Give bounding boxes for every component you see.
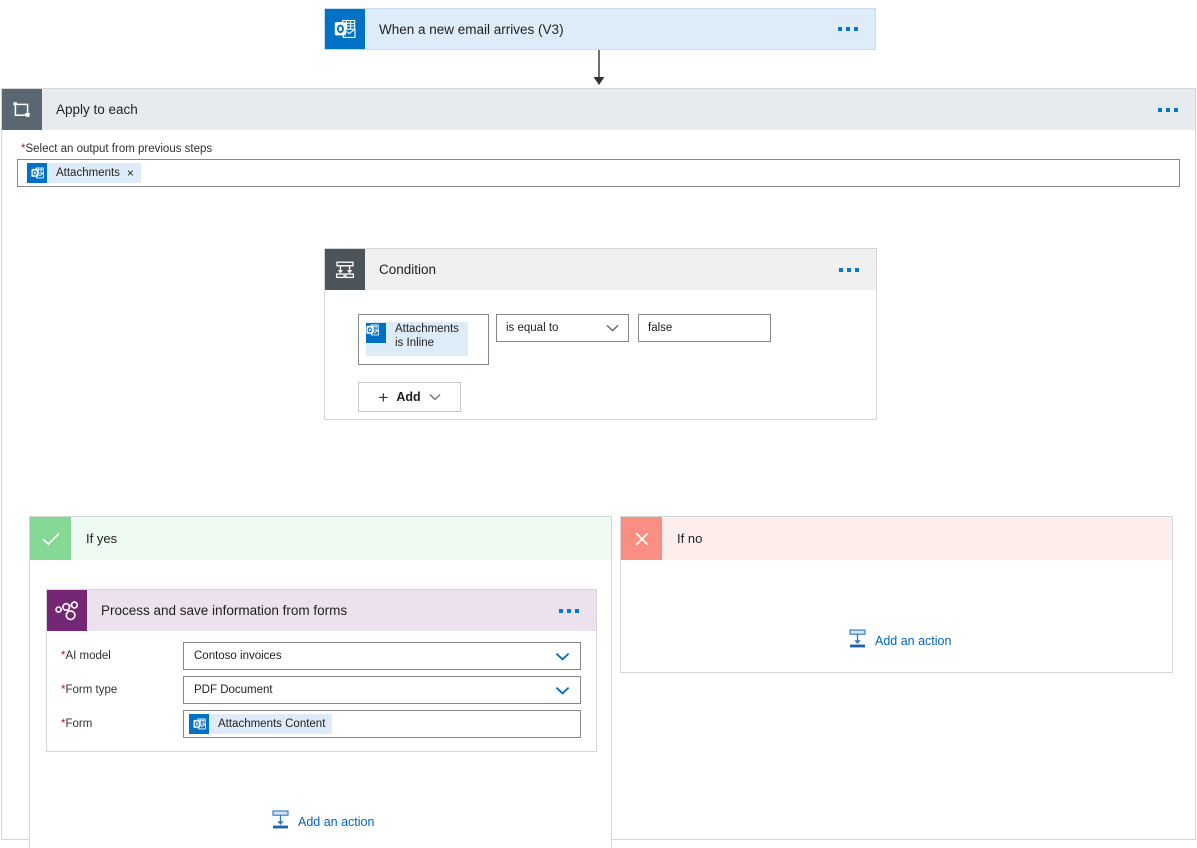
form-label: *Form xyxy=(61,718,183,730)
condition-more-menu[interactable] xyxy=(839,268,876,272)
chevron-down-icon xyxy=(429,393,441,401)
form-label-text: Form xyxy=(65,718,92,730)
outlook-icon xyxy=(27,163,47,183)
condition-operator-select[interactable]: is equal to xyxy=(496,314,629,342)
trigger-card[interactable]: When a new email arrives (V3) xyxy=(324,8,876,50)
apply-to-each-scope: Apply to each *Select an output from pre… xyxy=(1,88,1196,840)
close-icon[interactable]: × xyxy=(127,167,141,179)
token-label: Attachments Content xyxy=(209,718,332,730)
add-button-label: Add xyxy=(396,390,420,404)
condition-row: Attachments is Inline is equal to xyxy=(358,314,876,365)
connector-arrow xyxy=(592,50,606,86)
ai-builder-icon xyxy=(47,590,87,631)
add-condition-button[interactable]: + Add xyxy=(358,382,461,412)
condition-value-input[interactable]: false xyxy=(638,314,771,342)
form-type-label-text: Form type xyxy=(65,684,117,696)
operator-value: is equal to xyxy=(506,322,558,334)
insert-step-icon xyxy=(272,810,289,834)
apply-to-each-header[interactable]: Apply to each xyxy=(2,89,1195,130)
condition-card: Condition xyxy=(324,248,877,420)
plus-icon: + xyxy=(378,389,388,406)
form-type-label: *Form type xyxy=(61,684,183,696)
ai-action-more-menu[interactable] xyxy=(559,609,596,613)
outlook-icon xyxy=(189,714,209,734)
form-input[interactable]: Attachments Content xyxy=(183,710,581,738)
condition-body: Attachments is Inline is equal to xyxy=(325,290,876,412)
attachments-is-inline-token[interactable]: Attachments is Inline xyxy=(366,322,468,356)
condition-title: Condition xyxy=(365,262,436,277)
condition-value-text: false xyxy=(648,322,672,334)
condition-header[interactable]: Condition xyxy=(325,249,876,290)
condition-left-operand[interactable]: Attachments is Inline xyxy=(358,314,489,365)
token-line-2: is Inline xyxy=(395,337,434,349)
scope-field-label: *Select an output from previous steps xyxy=(2,130,1195,155)
trigger-more-menu[interactable] xyxy=(838,27,875,31)
ai-action-header[interactable]: Process and save information from forms xyxy=(47,590,596,631)
outlook-icon xyxy=(325,9,365,49)
ai-builder-action-card: Process and save information from forms … xyxy=(46,589,597,752)
branch-if-yes-header: If yes xyxy=(30,517,611,560)
chevron-down-icon xyxy=(555,652,570,661)
checkmark-icon xyxy=(30,517,71,560)
ai-model-label: *AI model xyxy=(61,650,183,662)
scope-output-input[interactable]: Attachments × xyxy=(17,159,1180,187)
ai-model-label-text: AI model xyxy=(65,650,110,662)
ai-field-row: *Form xyxy=(47,707,596,741)
condition-branch-icon xyxy=(325,249,365,290)
form-type-value: PDF Document xyxy=(194,684,273,696)
ai-model-select[interactable]: Contoso invoices xyxy=(183,642,581,670)
insert-step-icon xyxy=(849,629,866,653)
branch-if-yes: If yes xyxy=(29,516,612,848)
token-label: Attachments xyxy=(47,167,127,179)
trigger-header: When a new email arrives (V3) xyxy=(325,9,875,49)
add-action-yes-branch[interactable]: Add an action xyxy=(272,810,374,834)
form-type-select[interactable]: PDF Document xyxy=(183,676,581,704)
branch-if-no-label: If no xyxy=(662,531,702,546)
token-lines: Attachments is Inline xyxy=(386,322,468,352)
trigger-title: When a new email arrives (V3) xyxy=(365,22,564,37)
ai-field-row: *Form type PDF Document xyxy=(47,673,596,707)
attachments-token[interactable]: Attachments × xyxy=(27,163,141,183)
branch-if-no-header: If no xyxy=(621,517,1172,560)
outlook-icon xyxy=(366,323,386,343)
ai-action-body: *AI model Contoso invoices xyxy=(47,631,596,741)
x-mark-icon xyxy=(621,517,662,560)
ai-action-title: Process and save information from forms xyxy=(87,603,347,618)
chevron-down-icon xyxy=(555,686,570,695)
ai-model-value: Contoso invoices xyxy=(194,650,282,662)
token-line-1: Attachments xyxy=(395,323,459,335)
add-action-label: Add an action xyxy=(875,634,951,648)
add-action-label: Add an action xyxy=(298,815,374,829)
apply-to-each-title: Apply to each xyxy=(42,102,138,117)
apply-to-each-body: *Select an output from previous steps xyxy=(2,130,1195,187)
add-action-no-branch[interactable]: Add an action xyxy=(849,629,951,653)
ai-field-row: *AI model Contoso invoices xyxy=(47,639,596,673)
flow-designer-canvas: When a new email arrives (V3) Apply to e xyxy=(0,0,1197,848)
branch-if-yes-label: If yes xyxy=(71,531,117,546)
attachments-content-token[interactable]: Attachments Content xyxy=(189,714,332,734)
scope-field-label-text: Select an output from previous steps xyxy=(25,143,212,155)
chevron-down-icon xyxy=(606,324,619,332)
apply-to-each-more-menu[interactable] xyxy=(1158,108,1195,112)
loop-icon xyxy=(2,89,42,130)
